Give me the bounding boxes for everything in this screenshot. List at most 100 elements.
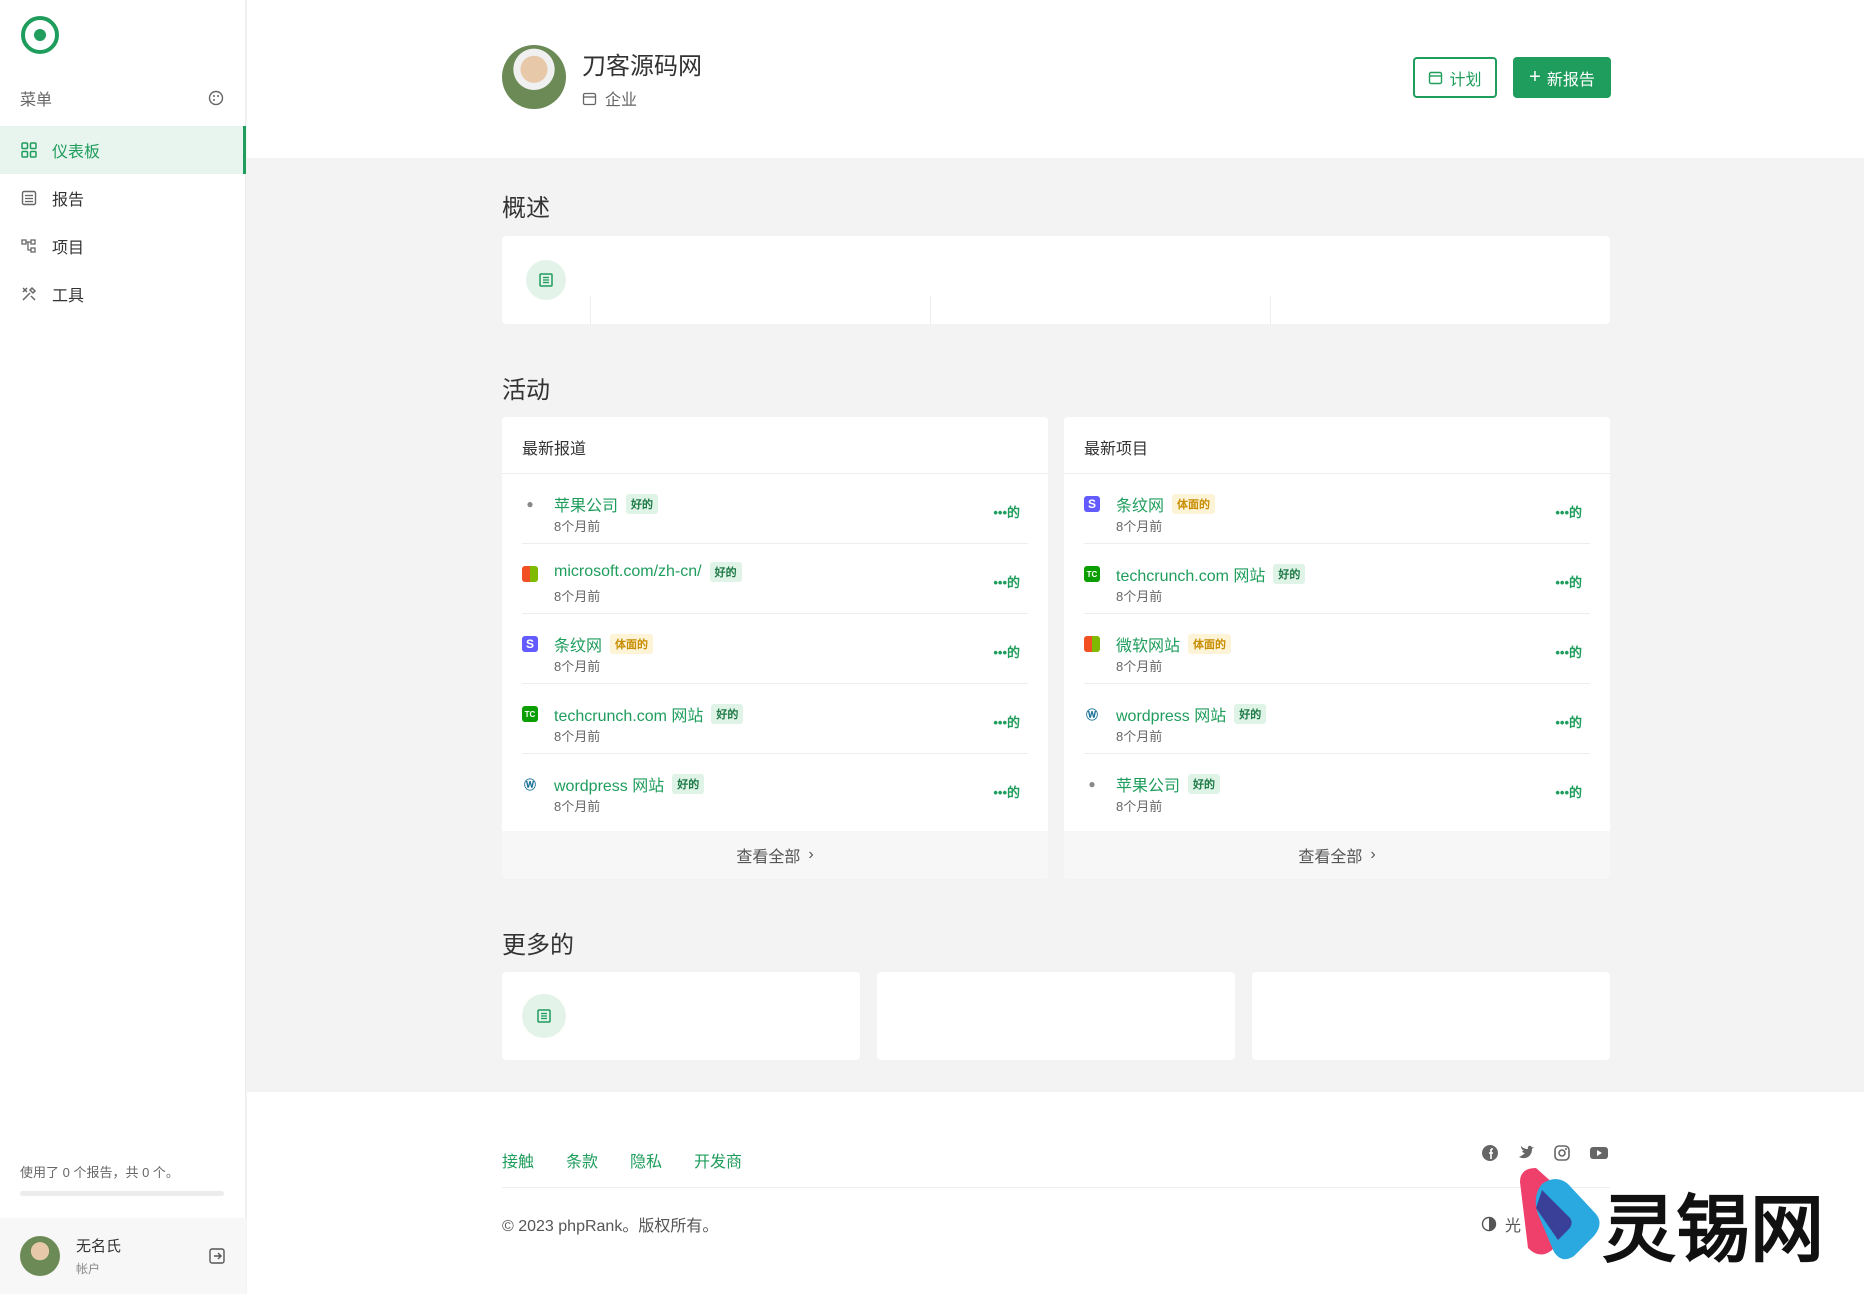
stripe-icon: S [522,636,538,652]
more-options-button[interactable]: •••的 [1555,642,1582,661]
item-name[interactable]: wordpress 网站 [1116,702,1226,726]
status-badge: 体面的 [1172,494,1216,514]
footer-link-developers[interactable]: 开发商 [694,1148,742,1172]
item-title[interactable]: 苹果公司 好的 [1116,772,1221,796]
status-badge: 好的 [1234,704,1267,724]
report-icon [522,994,566,1038]
list-item: ● 苹果公司 好的 8个月前 •••的 [1084,754,1590,824]
more-card[interactable] [502,972,860,1060]
item-title[interactable]: 微软网站 体面的 [1116,632,1232,656]
item-name[interactable]: 条纹网 [1116,492,1164,516]
more-options-button[interactable]: •••的 [993,502,1020,521]
twitter-icon[interactable] [1517,1144,1535,1162]
status-badge: 好的 [1188,774,1221,794]
plan-button[interactable]: 计划 [1413,57,1497,98]
item-title[interactable]: 条纹网 体面的 [554,632,654,656]
status-badge: 好的 [672,774,705,794]
watermark-logo-icon [1520,1168,1600,1260]
more-options-button[interactable]: •••的 [1555,502,1582,521]
new-report-label: 新报告 [1546,71,1595,89]
more-card[interactable] [877,972,1235,1060]
more-options-button[interactable]: •••的 [1555,782,1582,801]
more-options-button[interactable]: •••的 [1555,572,1582,591]
item-title[interactable]: 条纹网 体面的 [1116,492,1216,516]
item-time: 8个月前 [1116,659,1163,674]
apple-icon: ● [526,497,534,511]
view-all-projects-button[interactable]: 查看全部 › [1064,831,1610,879]
user-account[interactable]: 无名氏 帐户 [0,1218,246,1294]
view-all-reports-button[interactable]: 查看全部 › [502,831,1048,879]
item-title[interactable]: 苹果公司 好的 [554,492,659,516]
report-icon [526,260,566,300]
page-header: 刀客源码网 企业 计划 + 新报告 [247,0,1864,158]
report-icon [20,189,38,207]
sidebar-item-label: 仪表板 [52,144,101,161]
item-name[interactable]: techcrunch.com 网站 [554,702,703,726]
activity-title: 活动 [502,377,550,404]
item-title[interactable]: microsoft.com/zh-cn/好的 [554,562,742,582]
sidebar-item-label: 报告 [52,192,85,209]
divider [590,296,591,324]
sidebar-item-reports[interactable]: 报告 [0,174,246,222]
more-title: 更多的 [502,932,574,959]
list-item: S 条纹网 体面的 8个月前 •••的 [1084,474,1590,544]
view-all-label: 查看全部 [736,849,801,866]
sidebar-nav: 仪表板 报告 项目 工具 [0,126,246,318]
item-title[interactable]: wordpress 网站 好的 [554,772,705,796]
item-name[interactable]: 条纹网 [554,632,602,656]
divider [930,296,931,324]
company-type: 企业 [582,86,637,110]
more-card[interactable] [1252,972,1610,1060]
card-title: 最新报道 [502,417,1048,474]
footer-links: 接触 条款 隐私 开发商 [502,1148,742,1172]
status-badge: 体面的 [610,634,654,654]
company-avatar [502,45,566,109]
item-title[interactable]: techcrunch.com 网站 好的 [1116,562,1306,586]
item-name[interactable]: 微软网站 [1116,632,1180,656]
status-badge: 好的 [709,562,742,582]
item-name[interactable]: 苹果公司 [554,492,618,516]
item-time: 8个月前 [554,729,601,744]
footer-link-terms[interactable]: 条款 [566,1148,598,1172]
list-item: ● 苹果公司 好的 8个月前 •••的 [522,474,1028,544]
list-item: 微软网站 体面的 8个月前 •••的 [1084,614,1590,684]
item-name[interactable]: wordpress 网站 [554,772,664,796]
apple-icon: ● [1088,777,1096,791]
microsoft-icon [522,566,538,582]
company-type-label: 企业 [605,92,638,109]
footer-divider [502,1187,1610,1188]
item-time: 8个月前 [1116,589,1163,604]
more-options-button[interactable]: •••的 [1555,712,1582,731]
youtube-icon[interactable] [1589,1144,1609,1162]
status-badge: 好的 [711,704,744,724]
more-options-button[interactable]: •••的 [993,642,1020,661]
item-name[interactable]: techcrunch.com 网站 [1116,562,1265,586]
new-report-button[interactable]: + 新报告 [1513,57,1611,98]
footer-link-contact[interactable]: 接触 [502,1148,534,1172]
more-options-button[interactable]: •••的 [993,572,1020,591]
item-time: 8个月前 [1116,799,1163,814]
item-time: 8个月前 [554,519,601,534]
facebook-icon[interactable] [1481,1144,1499,1162]
palette-icon[interactable] [208,90,224,106]
sidebar: 菜单 仪表板 报告 项目 工具 使用了 0 个报告，共 0 个。 无名氏 帐户 [0,0,246,1294]
item-title[interactable]: techcrunch.com 网站 好的 [554,702,744,726]
sidebar-item-tools[interactable]: 工具 [0,270,246,318]
more-options-button[interactable]: •••的 [993,782,1020,801]
sidebar-item-projects[interactable]: 项目 [0,222,246,270]
techcrunch-icon: TC [522,706,538,722]
sidebar-item-label: 工具 [52,288,85,305]
chevron-right-icon: › [1370,846,1376,863]
item-title[interactable]: wordpress 网站 好的 [1116,702,1267,726]
footer-link-privacy[interactable]: 隐私 [630,1148,662,1172]
logo-icon[interactable] [20,15,60,55]
instagram-icon[interactable] [1553,1144,1571,1162]
more-options-button[interactable]: •••的 [993,712,1020,731]
logout-icon[interactable] [208,1247,226,1265]
item-name[interactable]: 苹果公司 [1116,772,1180,796]
list-item: TC techcrunch.com 网站 好的 8个月前 •••的 [522,684,1028,754]
menu-label: 菜单 [20,92,53,109]
item-name[interactable]: microsoft.com/zh-cn/ [554,563,702,581]
sidebar-item-dashboard[interactable]: 仪表板 [0,126,246,174]
status-badge: 体面的 [1188,634,1232,654]
